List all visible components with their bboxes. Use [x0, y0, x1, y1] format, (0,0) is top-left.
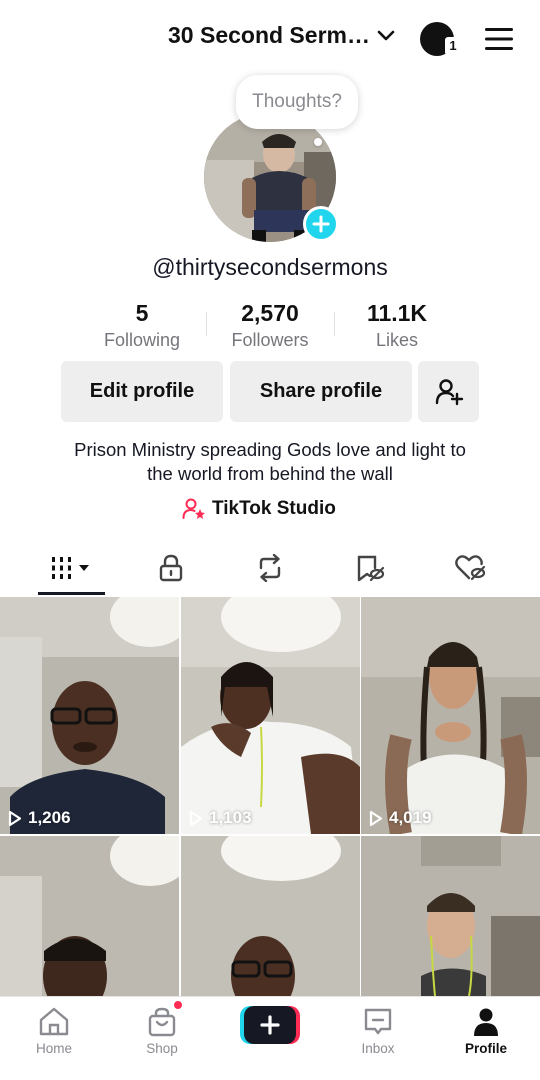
tiktok-studio-link[interactable]: TikTok Studio [182, 498, 336, 520]
plus-icon [312, 215, 330, 233]
nav-inbox[interactable]: Inbox [324, 997, 432, 1067]
home-icon [39, 1007, 69, 1036]
video-grid: 1,206 1,103 4,019 [0, 597, 540, 1073]
nav-label: Inbox [361, 1041, 395, 1056]
account-switcher[interactable]: 30 Second Serm… [168, 22, 396, 49]
profile-icon [474, 1008, 498, 1036]
username: @thirtysecondsermons [152, 254, 388, 280]
tab-private[interactable] [131, 540, 211, 596]
video-thumbnail[interactable]: 1,206 [0, 597, 179, 834]
profile-tabs [0, 540, 540, 596]
tab-reposts[interactable] [230, 540, 310, 596]
top-bar: 30 Second Serm… 1 [0, 0, 540, 76]
play-icon [369, 810, 383, 826]
stat-label: Followers [231, 330, 309, 350]
add-user-icon [435, 378, 463, 405]
bio: Prison Ministry spreading Gods love and … [0, 438, 540, 486]
hidden-heart-icon [455, 555, 486, 581]
notification-count-badge: 1 [445, 37, 461, 55]
active-tab-indicator [38, 592, 105, 595]
thoughts-bubble[interactable]: Thoughts? [236, 75, 358, 129]
profile-screen: 30 Second Serm… 1 Thoughts? @thirtysecon… [0, 0, 540, 1080]
view-count: 4,019 [369, 808, 432, 828]
lock-icon [159, 554, 183, 582]
stat-value: 5 [135, 300, 149, 326]
play-icon [8, 810, 22, 826]
stat-label: Following [103, 330, 181, 350]
video-thumbnail[interactable]: 1,103 [181, 597, 360, 834]
bio-line: Prison Ministry spreading Gods love and … [74, 439, 466, 460]
stat-value: 2,570 [241, 300, 299, 326]
nav-shop[interactable]: Shop [108, 997, 216, 1067]
share-profile-button[interactable]: Share profile [230, 361, 412, 422]
inbox-icon [364, 1008, 392, 1035]
view-count-value: 4,019 [389, 808, 432, 827]
stat-label: Likes [375, 330, 419, 350]
studio-icon [182, 498, 205, 519]
chevron-down-icon [377, 30, 395, 40]
profile-stats: 5 Following 2,570 Followers 11.1K Likes [0, 298, 540, 354]
hidden-bookmark-icon [357, 555, 385, 582]
tab-liked[interactable] [430, 540, 510, 596]
nav-label: Home [35, 1041, 72, 1056]
view-count: 1,206 [8, 808, 71, 828]
videos-grid-icon [52, 557, 89, 579]
shop-notification-dot [173, 1000, 183, 1010]
stat-value: 11.1K [366, 300, 428, 326]
create-button[interactable] [240, 1006, 300, 1044]
stat-likes[interactable]: 11.1K Likes [332, 298, 462, 352]
view-count-value: 1,206 [28, 808, 71, 827]
nav-label: Profile [464, 1041, 507, 1056]
studio-label: TikTok Studio [212, 498, 336, 519]
account-name: 30 Second Serm… [168, 22, 370, 48]
repost-icon [259, 554, 281, 582]
edit-profile-button[interactable]: Edit profile [61, 361, 223, 422]
bio-line: the world from behind the wall [147, 463, 393, 484]
nav-label: Shop [146, 1041, 178, 1056]
add-friend-button[interactable] [418, 361, 479, 422]
bubble-tail [314, 138, 322, 146]
add-story-button[interactable] [303, 206, 339, 242]
nav-profile[interactable]: Profile [432, 997, 540, 1067]
view-count: 1,103 [189, 808, 252, 828]
tab-videos[interactable] [31, 540, 111, 596]
menu-icon[interactable] [484, 26, 514, 52]
play-icon [189, 810, 203, 826]
shop-bag-icon [148, 1007, 176, 1037]
stat-followers[interactable]: 2,570 Followers [205, 298, 335, 352]
nav-home[interactable]: Home [0, 997, 108, 1067]
video-thumbnail[interactable]: 4,019 [361, 597, 540, 834]
tab-favorites[interactable] [330, 540, 410, 596]
view-count-value: 1,103 [209, 808, 252, 827]
stat-following[interactable]: 5 Following [77, 298, 207, 352]
